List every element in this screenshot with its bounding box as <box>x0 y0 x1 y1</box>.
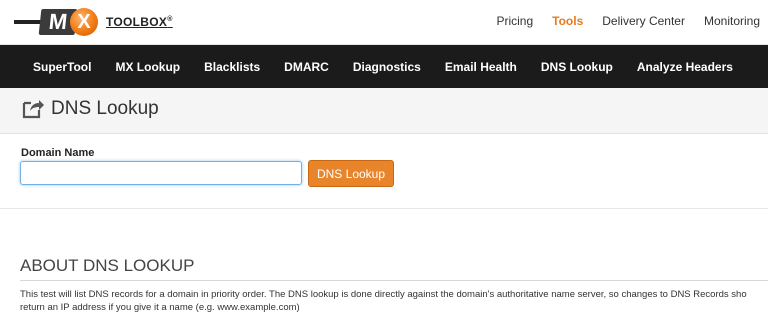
top-nav-delivery-center[interactable]: Delivery Center <box>602 14 685 28</box>
share-icon[interactable] <box>21 97 45 119</box>
about-line-1: This test will list DNS records for a do… <box>20 289 747 300</box>
nav-dns-lookup[interactable]: DNS Lookup <box>541 60 613 74</box>
mxtoolbox-logo[interactable]: M X TOOLBOX® <box>14 6 172 38</box>
lookup-form: Domain Name DNS Lookup <box>0 134 768 209</box>
top-nav-pricing[interactable]: Pricing <box>496 14 533 28</box>
nav-dmarc[interactable]: DMARC <box>284 60 329 74</box>
domain-name-label: Domain Name <box>21 147 95 159</box>
nav-analyze-headers[interactable]: Analyze Headers <box>637 60 733 74</box>
main-nav: SuperTool MX Lookup Blacklists DMARC Dia… <box>0 45 768 88</box>
about-heading: ABOUT DNS LOOKUP <box>20 256 195 275</box>
logo-registered-mark: ® <box>167 16 173 23</box>
nav-blacklists[interactable]: Blacklists <box>204 60 260 74</box>
logo-x-ball: X <box>70 8 98 36</box>
nav-mx-lookup[interactable]: MX Lookup <box>115 60 180 74</box>
nav-diagnostics[interactable]: Diagnostics <box>353 60 421 74</box>
page-title: DNS Lookup <box>51 98 159 119</box>
top-nav-tools[interactable]: Tools <box>552 14 583 28</box>
top-bar: M X TOOLBOX® Pricing Tools Delivery Cent… <box>0 0 768 45</box>
logo-wordmark: TOOLBOX® <box>106 15 173 29</box>
nav-email-health[interactable]: Email Health <box>445 60 517 74</box>
about-divider <box>20 280 768 281</box>
top-nav-monitoring[interactable]: Monitoring <box>704 14 760 28</box>
about-line-2: return an IP address if you give it a na… <box>20 302 300 313</box>
top-nav: Pricing Tools Delivery Center Monitoring <box>477 14 760 28</box>
page-title-bar: DNS Lookup <box>0 88 768 134</box>
nav-supertool[interactable]: SuperTool <box>33 60 91 74</box>
dns-lookup-button[interactable]: DNS Lookup <box>308 160 394 187</box>
domain-name-input[interactable] <box>20 161 302 185</box>
about-description: This test will list DNS records for a do… <box>20 288 768 314</box>
logo-word: TOOLBOX <box>106 15 168 29</box>
